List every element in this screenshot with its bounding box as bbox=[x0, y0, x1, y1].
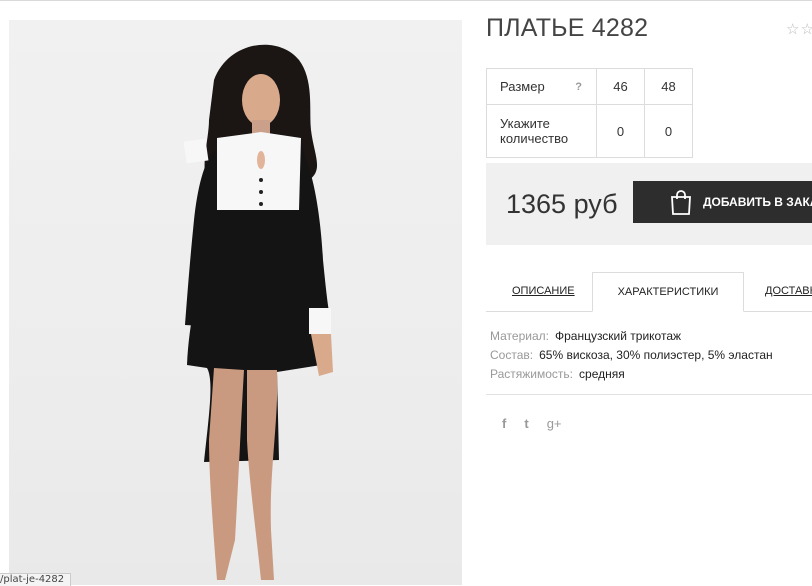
model-illustration bbox=[183, 44, 333, 580]
spec-value: средняя bbox=[579, 367, 625, 381]
twitter-icon[interactable]: t bbox=[524, 416, 528, 431]
help-icon[interactable]: ? bbox=[575, 81, 582, 93]
quantity-label: Укажите количество bbox=[486, 104, 597, 158]
social-share: f t g+ bbox=[502, 416, 562, 431]
product-photo[interactable] bbox=[9, 20, 462, 585]
size-option[interactable]: 46 bbox=[596, 68, 645, 105]
spec-key: Материал: bbox=[490, 329, 549, 343]
add-to-order-button[interactable]: ДОБАВИТЬ В ЗАКАЗ bbox=[633, 181, 812, 223]
size-label: Размер bbox=[500, 79, 545, 94]
tab-characteristics[interactable]: ХАРАКТЕРИСТИКИ bbox=[592, 272, 744, 312]
google-plus-icon[interactable]: g+ bbox=[547, 416, 562, 431]
size-table: Размер ? 46 48 Укажите количество 0 0 bbox=[486, 68, 693, 158]
add-to-order-label: ДОБАВИТЬ В ЗАКАЗ bbox=[703, 195, 812, 209]
facebook-icon[interactable]: f bbox=[502, 416, 506, 431]
quantity-row: Укажите количество 0 0 bbox=[486, 104, 693, 158]
spec-row: Растяжимость: средняя bbox=[490, 365, 773, 384]
spec-row: Материал: Французский трикотаж bbox=[490, 327, 773, 346]
quantity-input[interactable]: 0 bbox=[644, 104, 693, 158]
spec-key: Состав: bbox=[490, 348, 534, 362]
spec-row: Состав: 65% вискоза, 30% полиэстер, 5% эл… bbox=[490, 346, 773, 365]
spec-value: Французский трикотаж bbox=[554, 329, 682, 343]
tab-description[interactable]: ОПИСАНИЕ bbox=[512, 285, 575, 297]
shopping-bag-icon bbox=[669, 189, 693, 215]
product-tabs: ОПИСАНИЕ ХАРАКТЕРИСТИКИ ДОСТАВКА bbox=[486, 272, 812, 312]
top-border bbox=[0, 0, 812, 1]
status-bar-url: /plat-je-4282 bbox=[0, 573, 72, 586]
size-option[interactable]: 48 bbox=[644, 68, 693, 105]
section-divider bbox=[486, 394, 812, 395]
price-value: 1365 руб bbox=[506, 189, 618, 219]
rating-stars-icon[interactable]: ☆☆ bbox=[786, 20, 812, 38]
spec-value: 65% вискоза, 30% полиэстер, 5% эластан bbox=[539, 348, 773, 362]
tab-delivery[interactable]: ДОСТАВКА bbox=[765, 285, 812, 297]
product-title: ПЛАТЬЕ 4282 bbox=[486, 14, 649, 42]
size-row: Размер ? 46 48 bbox=[486, 68, 693, 105]
specs-list: Материал: Французский трикотаж Состав: 65%… bbox=[490, 327, 773, 384]
spec-key: Растяжимость: bbox=[490, 367, 574, 381]
quantity-input[interactable]: 0 bbox=[596, 104, 645, 158]
tab-characteristics-label: ХАРАКТЕРИСТИКИ bbox=[617, 286, 719, 298]
price-box: 1365 руб ДОБАВИТЬ В ЗАКАЗ bbox=[486, 163, 812, 245]
